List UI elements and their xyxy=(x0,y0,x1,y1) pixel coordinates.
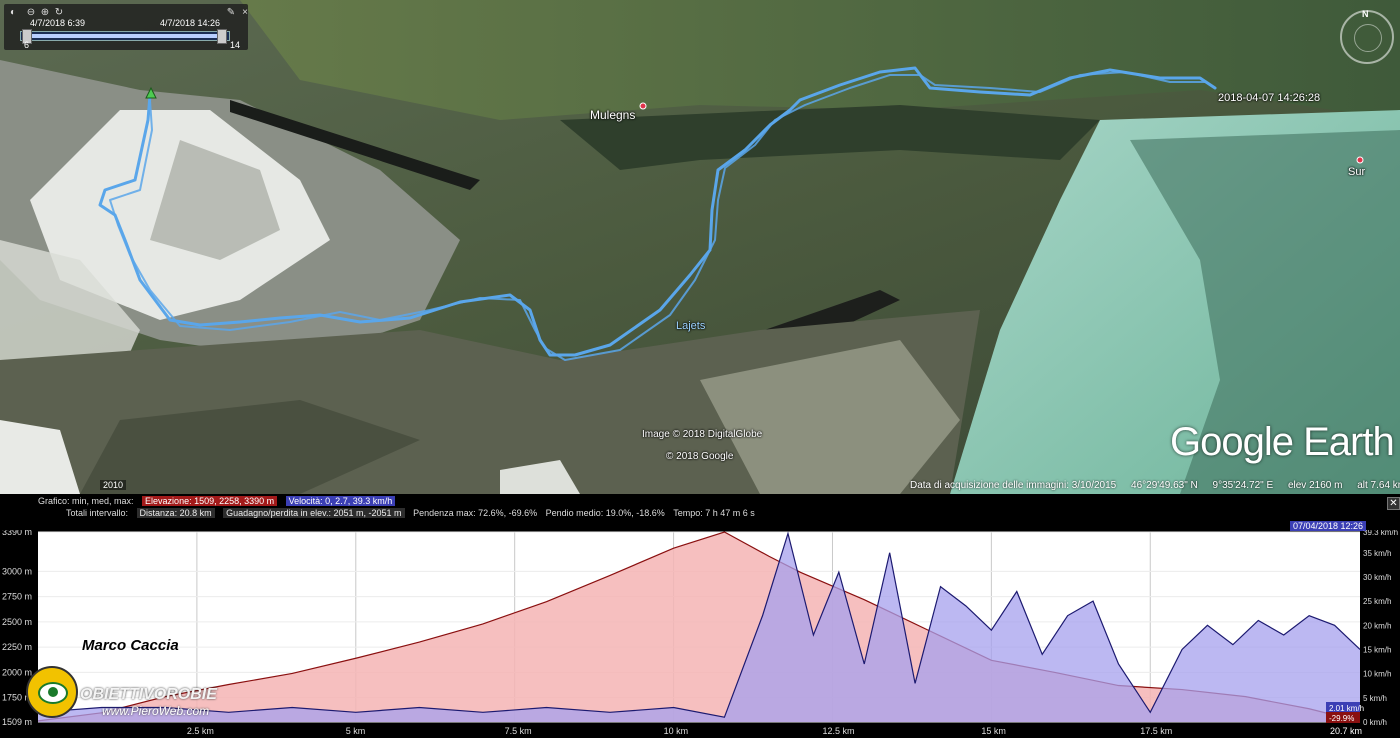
compass-ring xyxy=(1354,24,1382,52)
place-label-lajets: Lajets xyxy=(676,320,706,332)
imagery-year-badge[interactable]: 2010 xyxy=(100,480,127,490)
y-right-tick-label: 35 km/h xyxy=(1363,549,1391,558)
y-right-tick-label: 30 km/h xyxy=(1363,573,1391,582)
x-tick-label: 10 km xyxy=(664,726,689,736)
image-credit: Image © 2018 DigitalGlobe xyxy=(642,429,763,440)
time-stat: Tempo: 7 h 47 m 6 s xyxy=(673,508,755,518)
slope-max-stat: Pendenza max: 72.6%, -69.6% xyxy=(413,508,538,518)
place-dot-sur xyxy=(1356,156,1364,164)
author-watermark: Marco Caccia xyxy=(82,637,179,654)
refresh-icon[interactable]: ↻ xyxy=(54,8,64,18)
x-tick-label: 2.5 km xyxy=(187,726,214,736)
y-left-tick-label: 2750 m xyxy=(2,592,32,602)
distance-stat: Distanza: 20.8 km xyxy=(136,508,215,518)
y-left-tick-label: 2000 m xyxy=(2,667,32,677)
acquisition-date: Data di acquisizione delle immagini: 3/1… xyxy=(910,480,1117,491)
time-slider-start-label: 4/7/2018 6:39 xyxy=(30,18,86,28)
compass-north-label: N xyxy=(1362,9,1369,19)
close-profile-button[interactable]: ✕ xyxy=(1387,497,1400,510)
y-right-tick-label: 10 km/h xyxy=(1363,670,1391,679)
x-tick-label: 5 km xyxy=(346,726,366,736)
eye-shape xyxy=(38,682,68,704)
x-tick-label: 12.5 km xyxy=(822,726,854,736)
map-status-bar: Data di acquisizione delle immagini: 3/1… xyxy=(910,480,1400,491)
y-right-tick-label: 5 km/h xyxy=(1363,694,1387,703)
google-earth-logo: Google Earth xyxy=(1170,420,1395,464)
eye-pupil xyxy=(48,687,58,697)
close-icon[interactable]: × xyxy=(240,8,250,18)
speed-stats-badge[interactable]: Velocità: 0, 2.7, 39.3 km/h xyxy=(285,496,396,506)
y-left-tick-label: 3000 m xyxy=(2,566,32,576)
time-slider-end-label: 4/7/2018 14:26 xyxy=(160,18,221,28)
elevation-readout: elev 2160 m xyxy=(1287,480,1343,491)
y-right-tick-label: 39.3 km/h xyxy=(1363,530,1398,537)
time-slider-end-handle[interactable] xyxy=(217,29,227,44)
x-tick-label-end: 20.7 km xyxy=(1330,726,1362,736)
compass-navigation-control[interactable]: N xyxy=(1340,9,1394,64)
elevation-stats-badge[interactable]: Elevazione: 1509, 2258, 3390 m xyxy=(142,496,278,506)
site-watermark-url: www.PieroWeb.com xyxy=(102,704,210,718)
y-right-tick-label: 20 km/h xyxy=(1363,621,1391,630)
y-left-tick-label: 2500 m xyxy=(2,617,32,627)
time-slider-min-tick: 6 xyxy=(24,40,30,50)
place-label-mulegns: Mulegns xyxy=(590,108,636,122)
place-label-sur: Sur xyxy=(1348,166,1366,178)
earth-map-view[interactable]: Mulegns Lajets Sur 2018-04-07 14:26:28 I… xyxy=(0,0,1400,494)
wrench-icon[interactable]: ✎ xyxy=(226,8,236,18)
eye-logo-icon xyxy=(26,666,78,718)
longitude-readout: 9°35'24.72" E xyxy=(1212,480,1274,491)
y-left-tick-label: 3390 m xyxy=(2,530,32,537)
google-credit: © 2018 Google xyxy=(666,451,734,462)
current-slope-badge: -29.9% xyxy=(1329,714,1354,723)
zoom-in-icon[interactable]: ⊕ xyxy=(40,8,50,18)
stats-label-totals: Totali intervallo: xyxy=(66,508,129,518)
stats-row-2: Totali intervallo: Distanza: 20.8 km Gua… xyxy=(66,508,761,518)
time-slider-panel[interactable]: ◐ ⊖ ⊕ ↻ ✎ × 4/7/2018 6:39 4/7/2018 14:26… xyxy=(4,4,248,50)
current-speed-badge: 2.01 km/h xyxy=(1329,704,1364,713)
altitude-readout: alt 7.64 km xyxy=(1357,480,1400,491)
time-slider-track[interactable] xyxy=(20,29,230,44)
y-right-tick-label: 0 km/h xyxy=(1363,718,1387,727)
latitude-readout: 46°29'49.63" N xyxy=(1131,480,1198,491)
site-watermark-name: OBIETTIVOROBIE xyxy=(80,686,217,703)
zoom-out-icon[interactable]: ⊖ xyxy=(26,8,36,18)
x-tick-label: 15 km xyxy=(981,726,1006,736)
y-right-tick-label: 25 km/h xyxy=(1363,597,1391,606)
elevation-speed-chart[interactable]: 2.5 km 5 km 7.5 km 10 km 12.5 km 15 km 17.5 km… xyxy=(0,530,1400,738)
x-tick-label: 7.5 km xyxy=(505,726,532,736)
stats-row-1: Grafico: min, med, max: Elevazione: 1509… xyxy=(38,496,401,506)
slope-avg-stat: Pendio medio: 19.0%, -18.6% xyxy=(545,508,665,518)
x-tick-label: 17.5 km xyxy=(1140,726,1172,736)
y-left-tick-label: 1509 m xyxy=(2,717,32,727)
track-end-label: 2018-04-07 14:26:28 xyxy=(1218,92,1321,104)
place-dot-mulegns xyxy=(639,102,647,110)
time-slider-settings-icon[interactable]: ◐ xyxy=(8,8,18,18)
stats-label-chart: Grafico: min, med, max: xyxy=(38,496,134,506)
y-left-tick-label: 2250 m xyxy=(2,642,32,652)
y-right-tick-label: 15 km/h xyxy=(1363,645,1391,654)
time-slider-range xyxy=(27,34,225,38)
time-slider-max-tick: 14 xyxy=(230,40,241,50)
gain-loss-stat: Guadagno/perdita in elev.: 2051 m, -2051… xyxy=(223,508,405,518)
